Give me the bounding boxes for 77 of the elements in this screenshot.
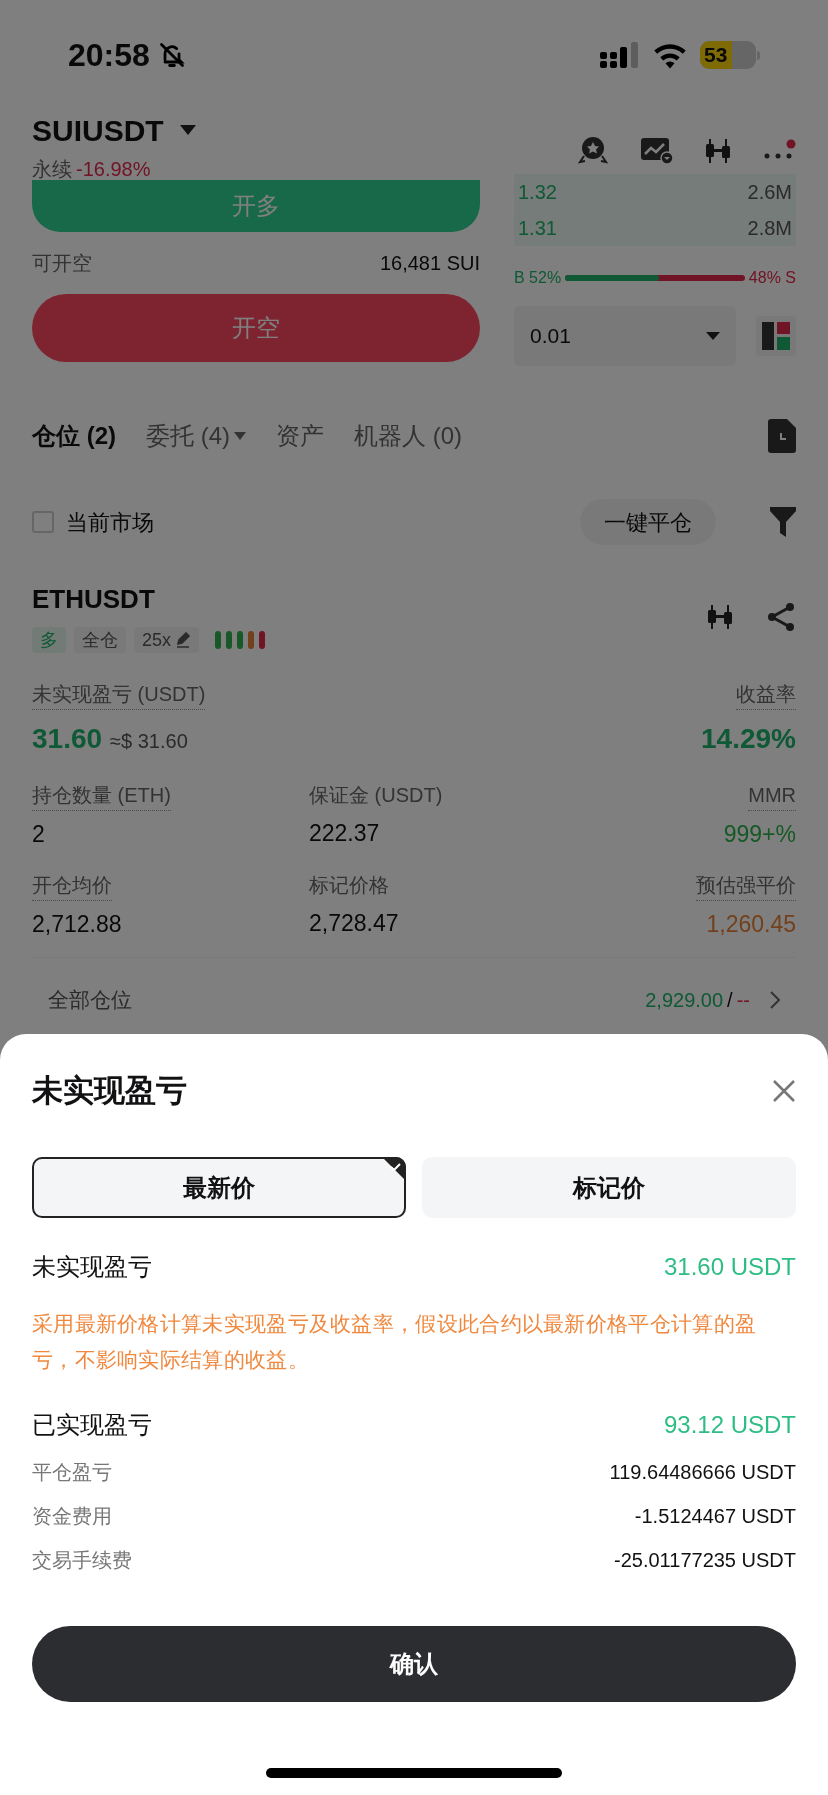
metric-label: 保证金 (USDT)	[309, 783, 443, 808]
position-tag: 多	[32, 627, 66, 653]
buy-ratio: B 52%	[514, 268, 562, 288]
status-time: 20:58	[68, 36, 150, 75]
order-size: 2.6M	[747, 180, 792, 205]
position-tab[interactable]: 委托 (4)	[146, 418, 246, 454]
depth-select[interactable]: 0.01	[514, 306, 736, 366]
history-document-icon[interactable]	[768, 419, 796, 453]
summary-label: 全部仓位	[48, 986, 132, 1013]
detail-label: 平仓盈亏	[32, 1460, 112, 1485]
order-size: 2.8M	[747, 216, 792, 241]
caret-down-icon	[234, 432, 246, 440]
price-change: -16.98%	[76, 157, 151, 182]
metric-label: 持仓数量 (ETH)	[32, 780, 171, 811]
info-note: 采用最新价格计算未实现盈亏及收益率，假设此合约以最新价格平仓计算的盈亏，不影响实际结算的收益。	[32, 1311, 758, 1373]
position-tab[interactable]: 资产	[276, 418, 324, 454]
metric-value: 999+%	[723, 820, 796, 849]
confirm-button[interactable]: 确认	[32, 1626, 796, 1702]
pnl-approx: ≈$ 31.60	[110, 729, 188, 754]
metric-label: 开仓均价	[32, 869, 112, 901]
edit-icon	[175, 632, 192, 648]
filter-icon[interactable]	[770, 507, 796, 537]
realized-label: 已实现盈亏	[32, 1410, 152, 1440]
summary-value: --	[736, 987, 750, 1013]
short-button[interactable]: 开空	[32, 294, 480, 362]
metric-value: 1,260.45	[706, 909, 796, 939]
detail-value: -1.5124467 USDT	[634, 1504, 796, 1529]
detail-label: 交易手续费	[32, 1548, 132, 1573]
roi-value: 14.29%	[701, 722, 796, 756]
metric-value: 2,728.47	[309, 908, 399, 938]
metric-value: 2	[32, 820, 45, 849]
metric-label: 预估强平价	[696, 869, 796, 901]
market-symbol: SUIUSDT	[32, 112, 164, 149]
chart-alert-icon[interactable]	[640, 136, 674, 166]
metric-label: 收益率	[736, 679, 796, 710]
position-symbol: ETHUSDT	[32, 583, 156, 616]
signal-icon	[600, 42, 640, 68]
caret-down-icon	[706, 332, 720, 340]
available-value: 16,481 SUI	[379, 251, 480, 276]
dropdown-caret-icon[interactable]	[179, 125, 196, 135]
muted-bell-icon	[157, 41, 186, 69]
unrealized-value: 31.60 USDT	[663, 1252, 796, 1282]
metric-label: 标记价格	[309, 872, 389, 898]
pnl-value: 31.60	[32, 722, 103, 756]
position-tag: 全仓	[74, 627, 126, 653]
close-all-button[interactable]: 一键平仓	[580, 499, 716, 545]
checkmark-icon	[382, 1157, 406, 1181]
summary-separator: /	[727, 987, 733, 1013]
metric-label: 未实现盈亏 (USDT)	[32, 679, 206, 710]
price-option[interactable]: 标记价	[422, 1157, 796, 1218]
sheet-title: 未实现盈亏	[32, 1071, 187, 1110]
metric-value: 2,712.88	[32, 909, 122, 939]
position-tab[interactable]: 仓位 (2)	[32, 418, 116, 454]
share-icon[interactable]	[766, 601, 796, 632]
wifi-icon	[652, 41, 688, 69]
detail-label: 资金费用	[32, 1504, 112, 1529]
metric-label: MMR	[748, 780, 796, 811]
summary-value: 2,929.00	[645, 987, 724, 1013]
checkbox-label: 当前市场	[66, 508, 154, 537]
close-icon[interactable]	[772, 1079, 796, 1103]
battery-level: 53	[700, 41, 732, 69]
metric-value: 222.37	[309, 819, 380, 848]
chevron-right-icon[interactable]	[770, 990, 780, 1009]
layout-icon[interactable]	[756, 316, 796, 356]
realized-value: 93.12 USDT	[663, 1410, 796, 1440]
detail-value: 119.64486666 USDT	[609, 1460, 796, 1485]
unrealized-label: 未实现盈亏	[32, 1252, 152, 1282]
sell-ratio: 48% S	[748, 268, 796, 288]
market-checkbox[interactable]	[32, 511, 54, 533]
contract-type: 永续	[32, 157, 72, 182]
order-price: 1.32	[518, 180, 557, 205]
available-label: 可开空	[32, 251, 92, 276]
detail-value: -25.01177235 USDT	[614, 1548, 796, 1573]
price-option[interactable]: 最新价	[32, 1157, 406, 1218]
position-tab[interactable]: 机器人 (0)	[354, 418, 462, 454]
position-tag: 25x	[134, 627, 200, 653]
order-price: 1.31	[518, 216, 557, 241]
